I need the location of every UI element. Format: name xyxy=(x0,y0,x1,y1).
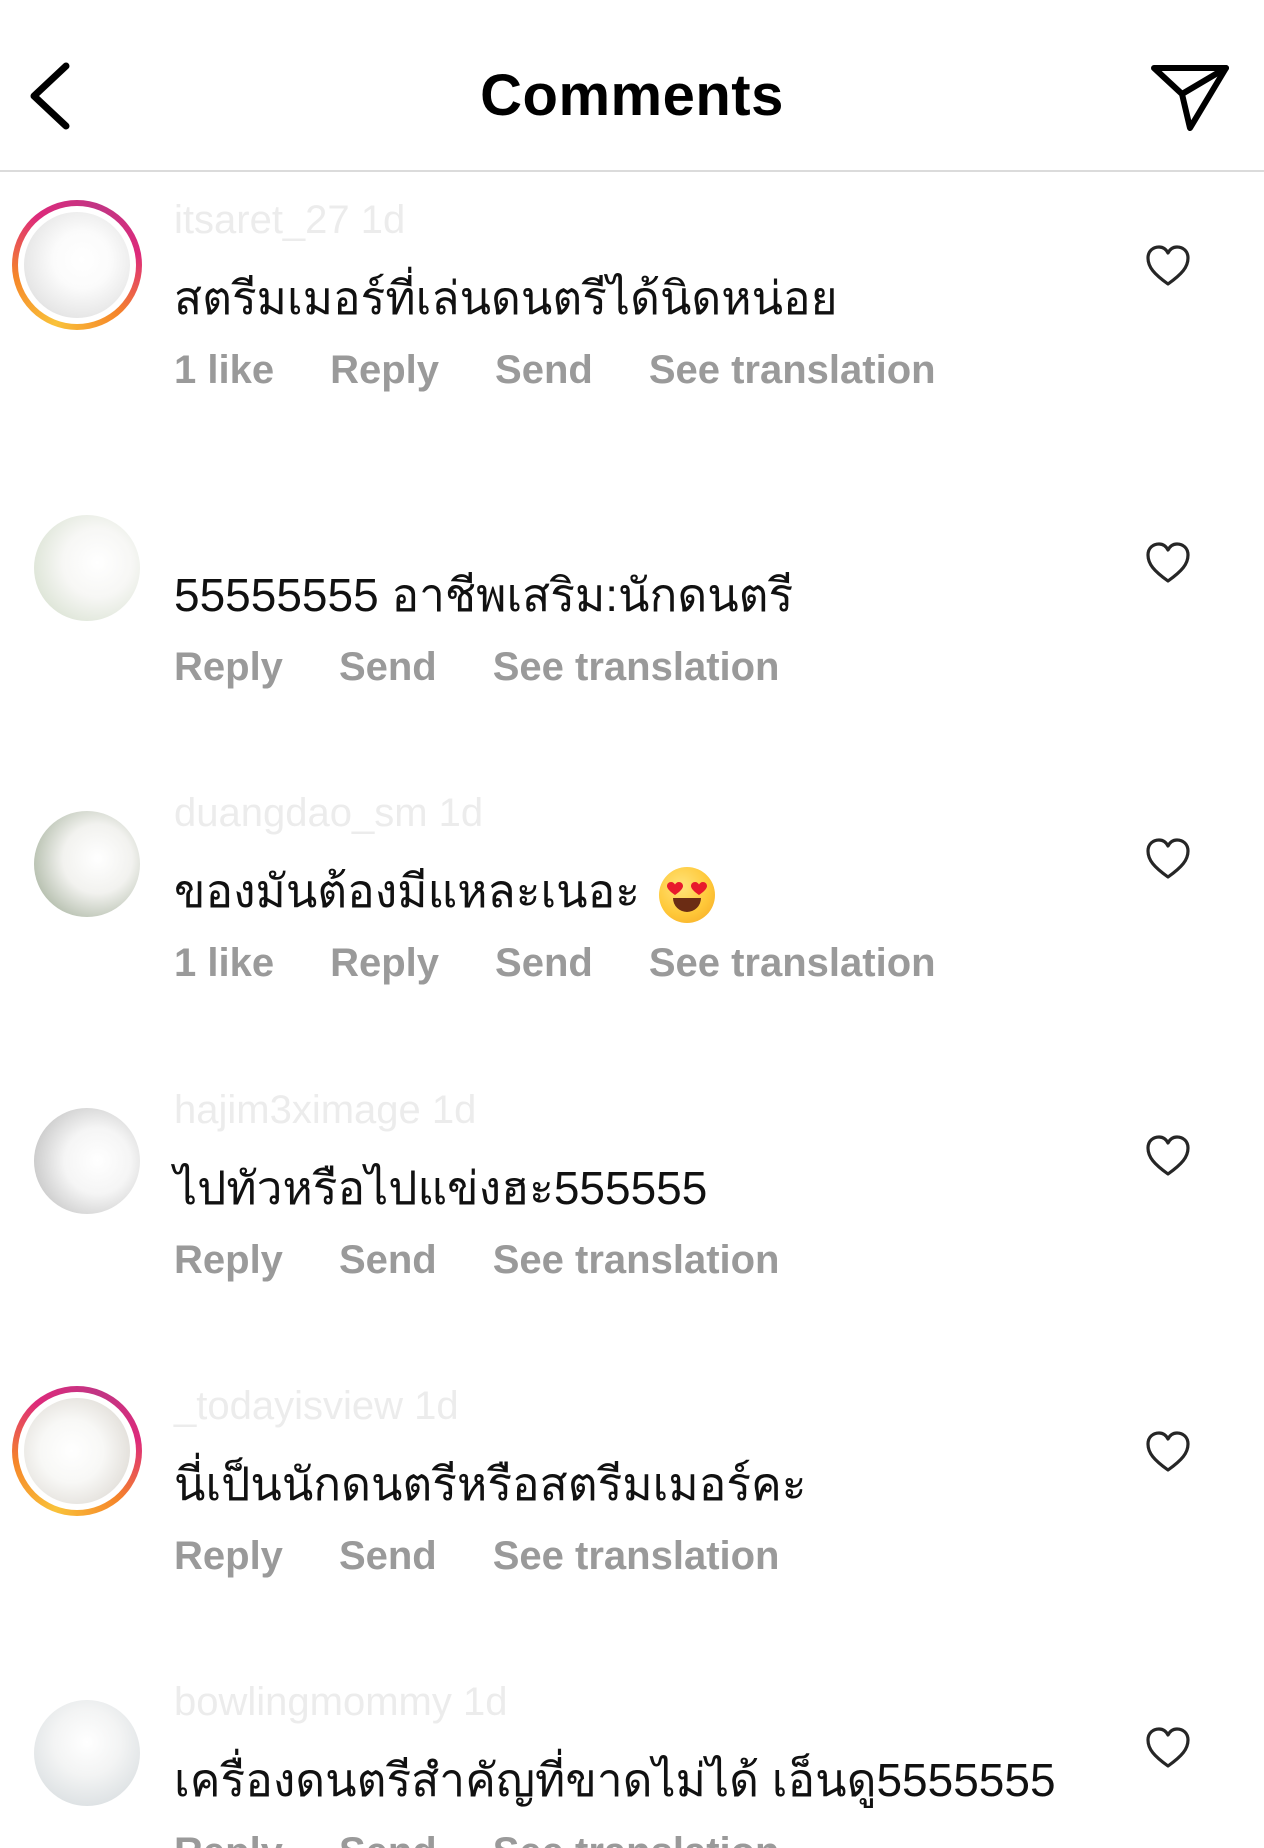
see-translation-button[interactable]: See translation xyxy=(649,941,936,986)
avatar-story-ring[interactable] xyxy=(12,200,142,330)
send-button[interactable]: Send xyxy=(495,348,593,393)
see-translation-button[interactable]: See translation xyxy=(493,1238,780,1283)
top-bar: Comments xyxy=(0,0,1264,172)
avatar[interactable] xyxy=(34,1700,140,1806)
paper-plane-icon xyxy=(1151,65,1229,131)
see-translation-button[interactable]: See translation xyxy=(493,645,780,690)
comment-text: เครื่องดนตรีสำคัญที่ขาดไม่ได้ เอ็นดู5555… xyxy=(174,1754,1056,1806)
comment-actions: 1 like Reply Send See translation xyxy=(174,348,936,393)
comment-username[interactable]: hajim3ximage 1d xyxy=(174,1088,476,1133)
comment-item: _todayisview 1d นี่เป็นนักดนตรีหรือสตรีม… xyxy=(0,1384,1264,1682)
comment-username[interactable]: itsaret_27 1d xyxy=(174,198,405,243)
see-translation-button[interactable]: See translation xyxy=(649,348,936,393)
heart-eyes-emoji-icon xyxy=(658,866,715,923)
comment-text: ไปทัวหรือไปแข่งฮะ555555 xyxy=(174,1162,708,1214)
heart-icon[interactable] xyxy=(1144,1428,1192,1476)
comment-item: hajim3ximage 1d ไปทัวหรือไปแข่งฮะ555555 … xyxy=(0,1088,1264,1386)
page-title: Comments xyxy=(480,63,784,128)
comment-item: duangdao_sm 1d ของมันต้องมีแหละเนอะ 1 li… xyxy=(0,791,1264,1089)
heart-icon[interactable] xyxy=(1144,539,1192,587)
comment-text: 55555555 อาชีพเสริม:นักดนตรี xyxy=(174,569,794,621)
comment-actions: Reply Send See translation xyxy=(174,1534,780,1579)
like-count[interactable]: 1 like xyxy=(174,348,274,393)
send-button[interactable]: Send xyxy=(495,941,593,986)
heart-icon[interactable] xyxy=(1144,835,1192,883)
comment-text: สตรีมเมอร์ที่เล่นดนตรีได้นิดหน่อย xyxy=(174,272,838,324)
comment-item: 55555555 อาชีพเสริม:นักดนตรี Reply Send … xyxy=(0,497,1264,793)
comment-item: itsaret_27 1d สตรีมเมอร์ที่เล่นดนตรีได้น… xyxy=(0,198,1264,496)
comment-text: ของมันต้องมีแหละเนอะ xyxy=(174,855,715,928)
reply-button[interactable]: Reply xyxy=(174,1534,283,1579)
reply-button[interactable]: Reply xyxy=(330,941,439,986)
avatar-story-ring[interactable] xyxy=(12,1386,142,1516)
reply-button[interactable]: Reply xyxy=(174,1830,283,1848)
comment-text: นี่เป็นนักดนตรีหรือสตรีมเมอร์คะ xyxy=(174,1458,807,1510)
reply-button[interactable]: Reply xyxy=(174,645,283,690)
reply-button[interactable]: Reply xyxy=(174,1238,283,1283)
avatar[interactable] xyxy=(34,515,140,621)
see-translation-button[interactable]: See translation xyxy=(493,1534,780,1579)
comment-actions: Reply Send See translation xyxy=(174,1238,780,1283)
reply-button[interactable]: Reply xyxy=(330,348,439,393)
avatar xyxy=(24,212,130,318)
avatar xyxy=(24,1398,130,1504)
comment-item: bowlingmommy 1d เครื่องดนตรีสำคัญที่ขาดไ… xyxy=(0,1682,1264,1848)
avatar[interactable] xyxy=(34,1108,140,1214)
heart-icon[interactable] xyxy=(1144,242,1192,290)
comment-username[interactable]: _todayisview 1d xyxy=(174,1384,459,1429)
like-count[interactable]: 1 like xyxy=(174,941,274,986)
send-button[interactable]: Send xyxy=(339,1238,437,1283)
send-button[interactable]: Send xyxy=(339,1534,437,1579)
heart-icon[interactable] xyxy=(1144,1132,1192,1180)
comment-actions: 1 like Reply Send See translation xyxy=(174,941,936,986)
share-button[interactable] xyxy=(1146,54,1234,142)
comment-actions: Reply Send See translation xyxy=(174,1830,780,1848)
heart-icon[interactable] xyxy=(1144,1724,1192,1772)
see-translation-button[interactable]: See translation xyxy=(493,1830,780,1848)
comment-username[interactable]: bowlingmommy 1d xyxy=(174,1682,507,1725)
comment-username[interactable]: duangdao_sm 1d xyxy=(174,791,483,836)
comment-text-body: ของมันต้องมีแหละเนอะ xyxy=(174,865,640,917)
send-button[interactable]: Send xyxy=(339,1830,437,1848)
avatar[interactable] xyxy=(34,811,140,917)
send-button[interactable]: Send xyxy=(339,645,437,690)
comment-actions: Reply Send See translation xyxy=(174,645,780,690)
